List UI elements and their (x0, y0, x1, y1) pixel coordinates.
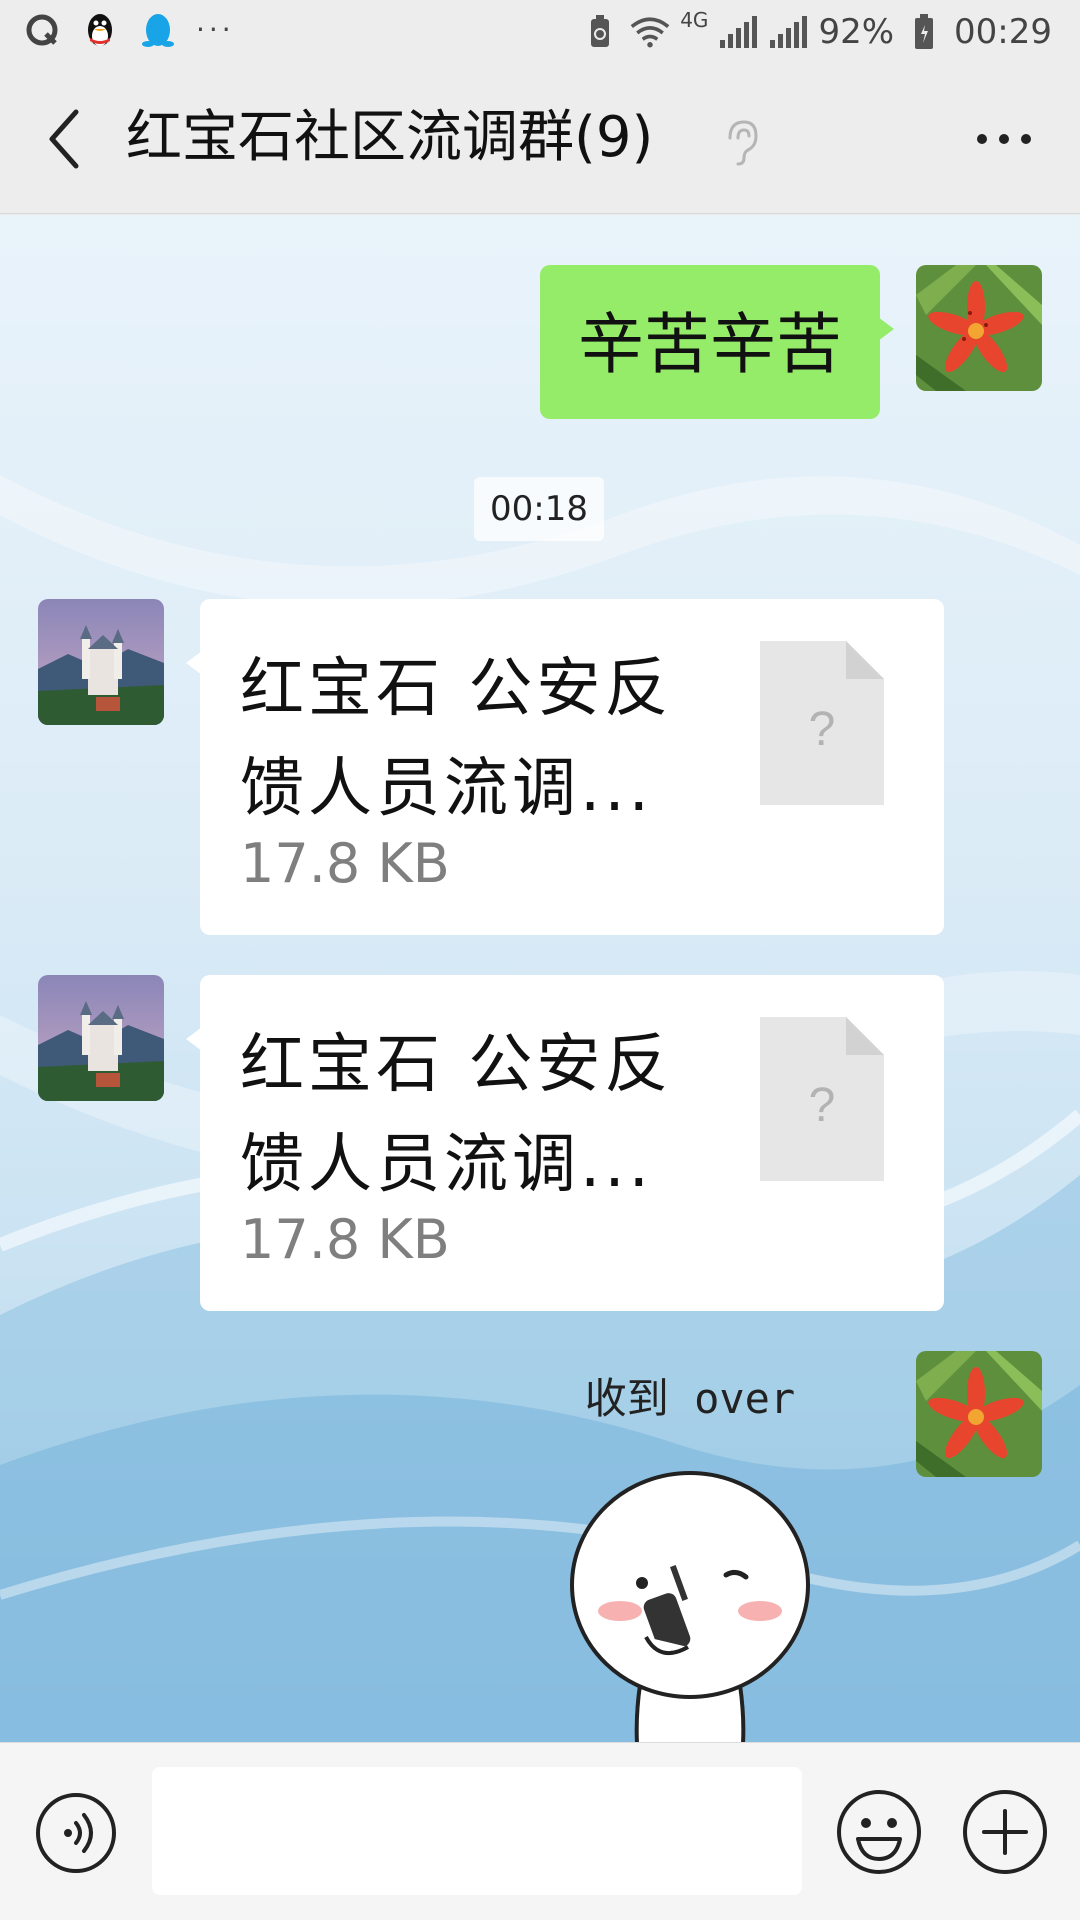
more-notifications: ··· (196, 13, 235, 46)
qq-penguin-blue-icon (138, 10, 178, 50)
message-text: 辛苦辛苦 (578, 306, 842, 383)
voice-icon (36, 1793, 116, 1873)
svg-text:?: ? (809, 703, 836, 756)
signal-2-icon (768, 12, 808, 52)
file-size: 17.8 KB (240, 832, 450, 895)
chat-header: 红宝石社区流调群(9) (0, 64, 1080, 214)
plus-icon (963, 1790, 1047, 1874)
file-name: 红宝石 公安反馈人员流调... (240, 1028, 673, 1202)
chat-messages[interactable]: 辛苦辛苦 00:18 红宝石 公安反馈人员流调... 17.8 KB ? 红宝石… (0, 215, 1080, 1742)
sticker-caption: 收到 over (584, 1374, 796, 1423)
outgoing-message-bubble[interactable]: 辛苦辛苦 (540, 265, 894, 419)
notification-icons: ··· (22, 10, 235, 50)
status-bar: ··· 4G 92% 00:29 (0, 0, 1080, 64)
back-button[interactable] (40, 104, 90, 174)
system-status: 4G 92% 00:29 (580, 10, 1052, 54)
more-icon (977, 134, 1031, 144)
sender-avatar[interactable] (38, 975, 164, 1101)
file-message-card[interactable]: 红宝石 公安反馈人员流调... 17.8 KB ? (186, 975, 944, 1311)
clock: 00:29 (954, 12, 1052, 52)
qq-mail-icon (22, 10, 62, 50)
file-size: 17.8 KB (240, 1208, 450, 1271)
unknown-file-icon: ? (760, 641, 884, 805)
unknown-file-icon: ? (760, 1017, 884, 1181)
svg-text:?: ? (809, 1079, 836, 1132)
battery-icon (904, 12, 944, 52)
message-input[interactable] (152, 1767, 802, 1895)
chat-title: 红宝石社区流调群(9) (126, 105, 654, 170)
emoji-button[interactable] (834, 1787, 924, 1877)
sender-avatar[interactable] (38, 599, 164, 725)
battery-percent: 92% (818, 12, 895, 52)
signal-icon (718, 12, 758, 52)
my-avatar[interactable] (916, 1351, 1042, 1477)
emoji-icon (837, 1790, 921, 1874)
back-arrow-icon (49, 109, 79, 169)
battery-saver-icon (580, 12, 620, 52)
my-avatar[interactable] (916, 265, 1042, 391)
network-type: 4G (680, 8, 709, 32)
more-button[interactable] (974, 124, 1034, 154)
qq-penguin-icon (80, 10, 120, 50)
file-message-card[interactable]: 红宝石 公安反馈人员流调... 17.8 KB ? (186, 599, 944, 935)
more-functions-button[interactable] (960, 1787, 1050, 1877)
wifi-icon (630, 12, 670, 52)
ear-icon (720, 116, 764, 168)
voice-button[interactable] (34, 1791, 118, 1875)
sticker-character-image (570, 1471, 810, 1742)
timestamp: 00:18 (474, 477, 604, 541)
input-bar (0, 1742, 1080, 1920)
file-name: 红宝石 公安反馈人员流调... (240, 652, 673, 826)
sticker-message[interactable]: 收到 over (560, 1365, 840, 1742)
